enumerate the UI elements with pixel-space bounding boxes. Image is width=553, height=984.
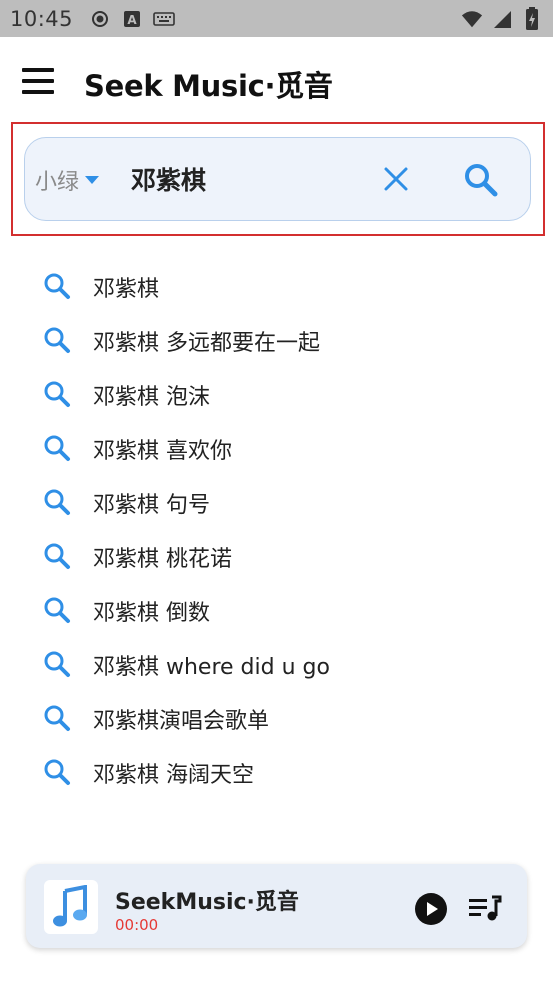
player-time: 00:00 (115, 916, 159, 934)
search-icon[interactable] (461, 160, 501, 200)
suggestion-text: 邓紫棋 多远都要在一起 (93, 331, 320, 356)
suggestion-text: 邓紫棋 句号 (93, 493, 210, 518)
search-icon (42, 325, 72, 355)
suggestion-text: 邓紫棋 倒数 (93, 601, 210, 626)
caret-down-icon (85, 176, 100, 184)
suggestion-list: 邓紫棋 邓紫棋 多远都要在一起 邓紫棋 泡沫 邓紫棋 喜欢你 邓紫棋 句号 邓紫… (0, 259, 553, 799)
suggestion-item[interactable]: 邓紫棋 海阔天空 (0, 745, 553, 799)
search-input[interactable] (131, 158, 361, 200)
search-icon (42, 595, 72, 625)
suggestion-item[interactable]: 邓紫棋演唱会歌单 (0, 691, 553, 745)
signal-icon (491, 8, 513, 30)
keyboard-icon (153, 8, 175, 30)
status-bar: 10:45 A (0, 0, 553, 37)
suggestion-text: 邓紫棋 海阔天空 (93, 763, 254, 788)
suggestion-item[interactable]: 邓紫棋 多远都要在一起 (0, 313, 553, 367)
album-cover (44, 880, 98, 934)
search-bar: 小绿 (24, 137, 531, 221)
suggestion-text: 邓紫棋 泡沫 (93, 385, 210, 410)
search-icon (42, 433, 72, 463)
suggestion-text: 邓紫棋 喜欢你 (93, 439, 232, 464)
suggestion-item[interactable]: 邓紫棋 (0, 259, 553, 313)
suggestion-text: 邓紫棋 桃花诺 (93, 547, 232, 572)
suggestion-item[interactable]: 邓紫棋 倒数 (0, 583, 553, 637)
suggestion-item[interactable]: 邓紫棋 桃花诺 (0, 529, 553, 583)
svg-text:A: A (127, 13, 137, 27)
app-bar: Seek Music·觅音 (0, 37, 553, 129)
suggestion-text: 邓紫棋演唱会歌单 (93, 709, 270, 734)
music-note-icon (53, 885, 87, 927)
search-icon (42, 649, 72, 679)
clear-icon[interactable] (381, 164, 411, 194)
mini-player[interactable]: SeekMusic·觅音 00:00 (26, 864, 527, 948)
suggestion-text: 邓紫棋 (93, 277, 160, 302)
suggestion-item[interactable]: 邓紫棋 泡沫 (0, 367, 553, 421)
status-icons-left: A (89, 8, 175, 30)
battery-charging-icon (521, 6, 543, 30)
search-icon (42, 487, 72, 517)
search-icon (42, 541, 72, 571)
playlist-icon[interactable] (468, 894, 502, 924)
search-icon (42, 703, 72, 733)
wifi-icon (461, 8, 483, 30)
hamburger-menu-icon[interactable] (20, 67, 56, 97)
source-label: 小绿 (35, 170, 80, 195)
source-dropdown[interactable]: 小绿 (35, 164, 100, 196)
a-icon: A (121, 8, 143, 30)
suggestion-item[interactable]: 邓紫棋 where did u go (0, 637, 553, 691)
page-title: Seek Music·觅音 (84, 69, 333, 103)
status-icons-right (461, 6, 543, 30)
search-highlight-frame: 小绿 (11, 122, 545, 236)
status-time: 10:45 (10, 6, 74, 31)
search-icon (42, 757, 72, 787)
play-icon[interactable] (414, 892, 448, 926)
search-icon (42, 379, 72, 409)
suggestion-item[interactable]: 邓紫棋 句号 (0, 475, 553, 529)
record-icon (89, 8, 111, 30)
suggestion-text: 邓紫棋 where did u go (93, 655, 330, 680)
suggestion-item[interactable]: 邓紫棋 喜欢你 (0, 421, 553, 475)
search-icon (42, 271, 72, 301)
player-title: SeekMusic·觅音 (115, 890, 299, 915)
